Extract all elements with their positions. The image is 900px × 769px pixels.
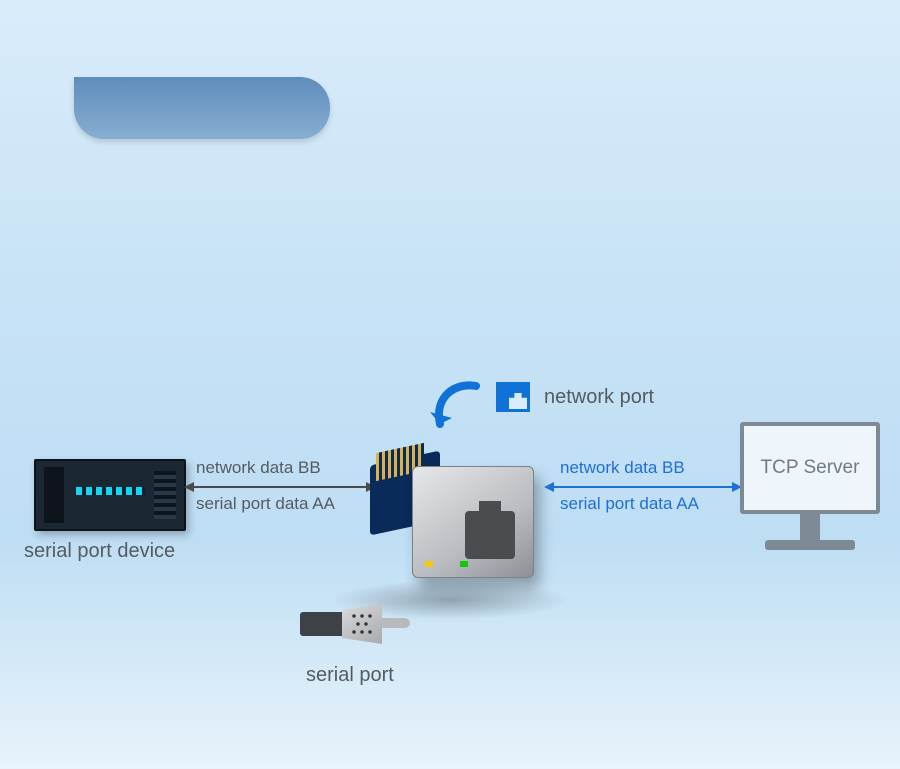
tcp-server-monitor-icon: TCP Server [740, 422, 880, 572]
right-flow-top-label: network data BB [560, 458, 685, 478]
tcp-server-label: TCP Server [761, 457, 860, 479]
serial-port-device-icon [34, 459, 186, 531]
left-flow-bottom-label: serial port data AA [196, 494, 335, 514]
left-flow-arrow [194, 486, 366, 488]
serial-port-label: serial port [306, 664, 394, 687]
network-port-arrow-icon [426, 378, 486, 438]
diagram-canvas: network port serial port device network … [0, 0, 900, 769]
left-flow-top-label: network data BB [196, 458, 321, 478]
title-pill [74, 77, 330, 139]
right-flow-arrow [554, 486, 732, 488]
network-port-icon [496, 382, 530, 412]
right-flow-bottom-label: serial port data AA [560, 494, 699, 514]
serial-port-device-label: serial port device [24, 540, 175, 563]
serial-port-connector-icon [300, 598, 388, 652]
network-port-label: network port [544, 386, 654, 409]
ethernet-module-icon [370, 438, 540, 588]
